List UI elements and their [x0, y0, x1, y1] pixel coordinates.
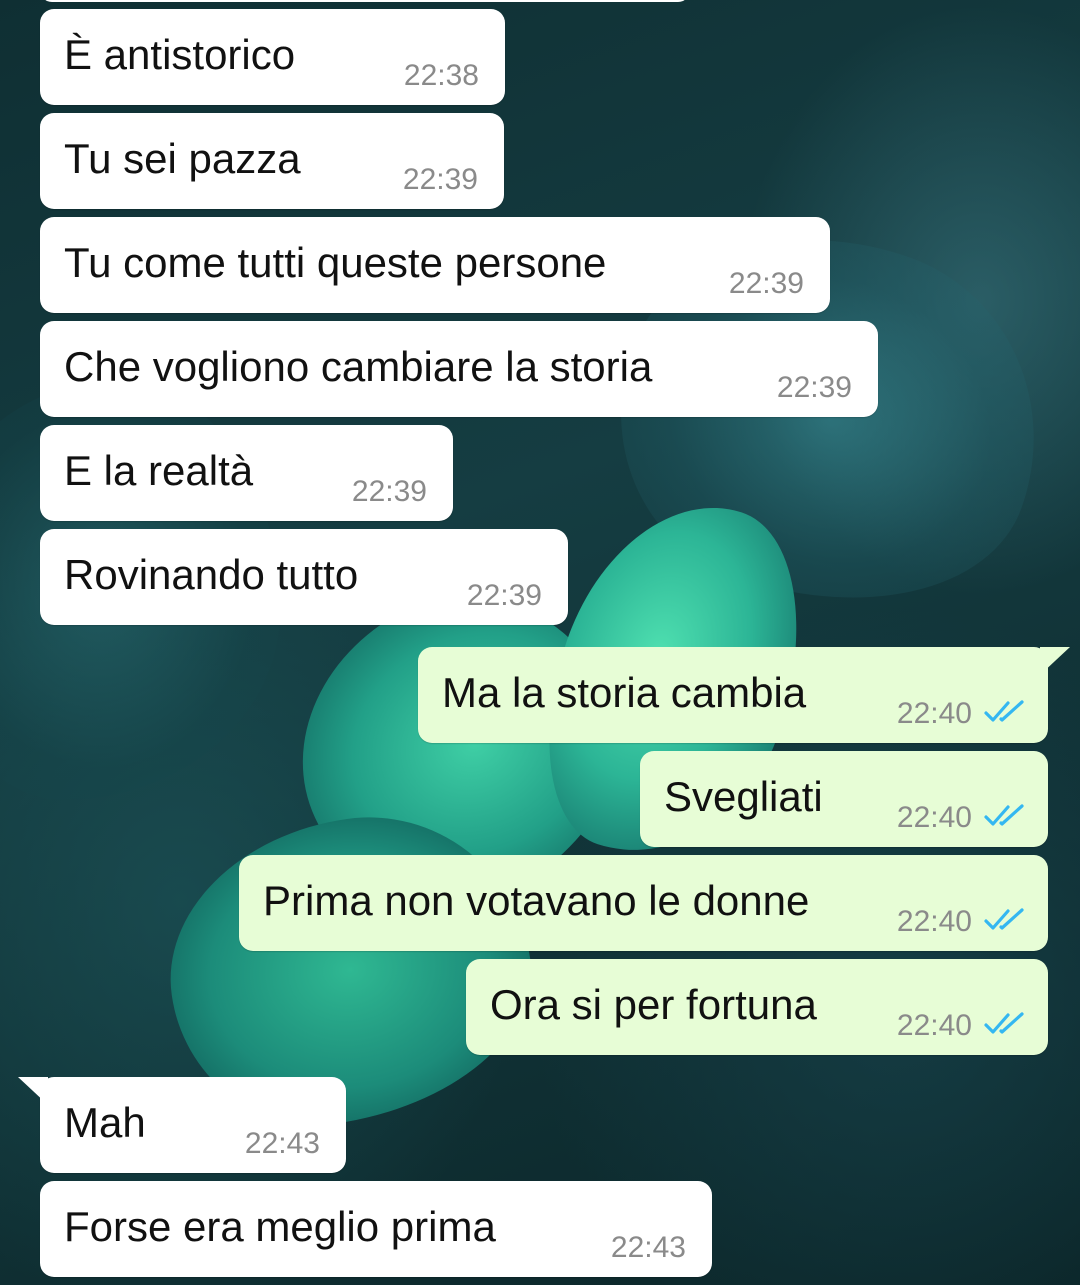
message-time: 22:39: [728, 267, 804, 300]
message-time: 22:38: [403, 59, 479, 92]
incoming-message[interactable]: Forse era meglio prima 22:43: [40, 1181, 712, 1277]
message-time: 22:40: [896, 801, 972, 834]
message-text: Tu sei pazza: [64, 135, 301, 182]
incoming-message[interactable]: Rovinando tutto 22:39: [40, 529, 568, 625]
bubble-tail: [18, 1077, 48, 1105]
message-text: E la realtà: [64, 447, 254, 494]
message-time: 22:39: [776, 371, 852, 404]
message-time: 22:40: [896, 905, 972, 938]
message-text: Mah: [64, 1099, 146, 1146]
message-time: 22:40: [896, 1009, 972, 1042]
message-text: Ma la storia cambia: [442, 669, 807, 716]
message-time: 22:43: [244, 1127, 320, 1160]
incoming-message[interactable]: Che vogliono cambiare la storia 22:39: [40, 321, 878, 417]
double-check-read-icon: [984, 908, 1024, 930]
outgoing-message[interactable]: Ora si per fortuna 22:40: [466, 959, 1048, 1055]
message-text: Che vogliono cambiare la storia: [64, 343, 653, 390]
double-check-read-icon: [984, 700, 1024, 722]
previous-message-bubble-edge[interactable]: [40, 0, 690, 2]
incoming-message[interactable]: Mah 22:43: [18, 1077, 346, 1173]
outgoing-message[interactable]: Svegliati 22:40: [640, 751, 1048, 847]
double-check-read-icon: [984, 1012, 1024, 1034]
outgoing-message[interactable]: Prima non votavano le donne 22:40: [239, 855, 1048, 951]
message-time: 22:39: [351, 475, 427, 508]
message-time: 22:43: [610, 1231, 686, 1264]
incoming-message[interactable]: È antistorico 22:38: [40, 9, 505, 105]
message-time: 22:39: [402, 163, 478, 196]
message-text: Rovinando tutto: [64, 551, 359, 598]
message-text: Tu come tutti queste persone: [64, 239, 607, 286]
message-text: È antistorico: [64, 31, 296, 78]
incoming-message[interactable]: Tu come tutti queste persone 22:39: [40, 217, 830, 313]
message-text: Svegliati: [664, 773, 823, 820]
message-text: Forse era meglio prima: [64, 1203, 496, 1250]
message-time: 22:40: [896, 697, 972, 730]
bubble-tail: [1040, 647, 1070, 675]
outgoing-message[interactable]: Ma la storia cambia 22:40: [418, 647, 1070, 743]
message-text: Prima non votavano le donne: [263, 877, 810, 924]
message-text: Ora si per fortuna: [490, 981, 817, 1028]
incoming-message[interactable]: Tu sei pazza 22:39: [40, 113, 504, 209]
message-time: 22:39: [466, 579, 542, 612]
double-check-read-icon: [984, 804, 1024, 826]
incoming-message[interactable]: E la realtà 22:39: [40, 425, 453, 521]
